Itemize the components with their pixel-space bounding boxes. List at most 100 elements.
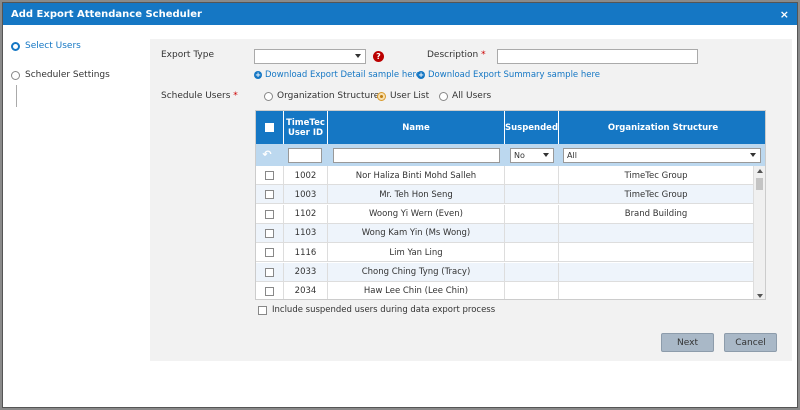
table-row[interactable]: 1103 Wong Kam Yin (Ms Wong) (256, 223, 754, 243)
grid-filter-row: ↶ No All (256, 144, 765, 166)
undo-icon[interactable]: ↶ (260, 148, 274, 162)
radio-label: User List (390, 91, 430, 101)
download-summary-text: Download Export Summary sample here (428, 70, 601, 80)
help-icon[interactable]: ? (373, 51, 384, 62)
cell-org (559, 262, 754, 282)
filter-suspended-value: No (514, 151, 525, 160)
grid-header: TimeTec User ID Name Suspended Organizat… (256, 111, 765, 144)
filter-org-select[interactable]: All (563, 148, 761, 163)
description-label: Description * (427, 50, 486, 60)
cell-name: Lim Yan Ling (328, 243, 505, 263)
step-connector (16, 85, 17, 107)
download-detail-text: Download Export Detail sample here (265, 70, 421, 80)
radio-organization-structure[interactable]: Organization Structure (264, 91, 379, 101)
export-type-select[interactable] (254, 49, 366, 64)
cell-id: 1103 (284, 223, 328, 243)
step-scheduler-settings[interactable]: Scheduler Settings (11, 68, 141, 82)
row-select-cell (256, 223, 284, 243)
cell-org: TimeTec Group (559, 185, 754, 205)
grid-body: 1002 Nor Haliza Binti Mohd Salleh TimeTec … (256, 166, 765, 299)
row-select-cell (256, 262, 284, 282)
cell-suspended (505, 223, 559, 243)
plus-circle-icon: + (417, 71, 425, 79)
schedule-users-label-text: Schedule Users (161, 91, 231, 101)
cell-name: Mr. Teh Hon Seng (328, 185, 505, 205)
cell-id: 1002 (284, 166, 328, 185)
scroll-up-icon[interactable] (757, 169, 763, 173)
cancel-button[interactable]: Cancel (724, 333, 777, 352)
header-select-all[interactable] (256, 111, 284, 144)
step-select-users[interactable]: Select Users (11, 39, 141, 53)
cell-suspended (505, 204, 559, 224)
export-scheduler-dialog: Add Export Attendance Scheduler × Select… (2, 2, 798, 408)
table-row[interactable]: 2034 Haw Lee Chin (Lee Chin) (256, 281, 754, 299)
row-checkbox[interactable] (265, 267, 274, 277)
checkbox-icon[interactable] (258, 305, 267, 315)
row-checkbox[interactable] (265, 286, 274, 296)
dialog-titlebar: Add Export Attendance Scheduler × (3, 3, 797, 25)
filter-suspended-select[interactable]: No (510, 148, 554, 163)
table-row[interactable]: 1003 Mr. Teh Hon Seng TimeTec Group (256, 185, 754, 205)
required-mark: * (481, 50, 486, 60)
cell-name: Haw Lee Chin (Lee Chin) (328, 281, 505, 299)
radio-label: All Users (452, 91, 492, 101)
cell-org: TimeTec Group (559, 166, 754, 185)
cell-org: Brand Building (559, 204, 754, 224)
row-select-cell (256, 281, 284, 299)
download-detail-link[interactable]: + Download Export Detail sample here (254, 70, 421, 80)
download-summary-link[interactable]: + Download Export Summary sample here (417, 70, 600, 80)
grid-scrollbar[interactable] (753, 166, 765, 299)
table-row[interactable]: 2033 Chong Ching Tyng (Tracy) (256, 262, 754, 282)
description-input[interactable] (497, 49, 698, 64)
header-suspended[interactable]: Suspended (505, 111, 559, 144)
include-suspended-label: Include suspended users during data expo… (272, 305, 496, 315)
header-name[interactable]: Name (328, 111, 505, 144)
cell-suspended (505, 185, 559, 205)
cell-id: 1102 (284, 204, 328, 224)
table-row[interactable]: 1116 Lim Yan Ling (256, 243, 754, 263)
scroll-down-icon[interactable] (757, 294, 763, 298)
table-row[interactable]: 1002 Nor Haliza Binti Mohd Salleh TimeTec … (256, 166, 754, 185)
description-label-text: Description (427, 50, 479, 60)
radio-user-list[interactable]: User List (377, 91, 429, 101)
header-userid[interactable]: TimeTec User ID (284, 111, 328, 144)
include-suspended-option[interactable]: Include suspended users during data expo… (258, 305, 495, 315)
row-checkbox[interactable] (265, 190, 274, 200)
radio-icon (439, 91, 448, 101)
chevron-down-icon (750, 153, 756, 157)
user-grid: TimeTec User ID Name Suspended Organizat… (255, 110, 766, 300)
cell-org (559, 223, 754, 243)
row-select-cell (256, 185, 284, 205)
cell-org (559, 243, 754, 263)
close-icon[interactable]: × (780, 8, 789, 21)
scroll-thumb[interactable] (756, 178, 763, 190)
cell-name: Wong Kam Yin (Ms Wong) (328, 223, 505, 243)
filter-name-input[interactable] (333, 148, 500, 163)
row-select-cell (256, 243, 284, 263)
cell-id: 1116 (284, 243, 328, 263)
cell-id: 2033 (284, 262, 328, 282)
next-button[interactable]: Next (661, 333, 714, 352)
cell-org (559, 281, 754, 299)
row-select-cell (256, 166, 284, 185)
row-checkbox[interactable] (265, 209, 274, 219)
row-checkbox[interactable] (265, 248, 274, 258)
form-panel: Export Type ? Description * + Download E… (150, 39, 792, 361)
cell-id: 2034 (284, 281, 328, 299)
step-circle-icon (11, 41, 20, 51)
radio-all-users[interactable]: All Users (439, 91, 491, 101)
header-org[interactable]: Organization Structure (559, 111, 765, 144)
cell-suspended (505, 243, 559, 263)
chevron-down-icon (543, 153, 549, 157)
radio-icon (264, 91, 273, 101)
filter-org-value: All (567, 151, 577, 160)
required-mark: * (233, 91, 238, 101)
row-checkbox[interactable] (265, 228, 274, 238)
cell-suspended (505, 281, 559, 299)
cell-suspended (505, 262, 559, 282)
cell-suspended (505, 166, 559, 185)
row-checkbox[interactable] (265, 171, 274, 180)
table-row[interactable]: 1102 Woong Yi Wern (Even) Brand Building (256, 204, 754, 224)
filter-userid-input[interactable] (288, 148, 322, 163)
cell-id: 1003 (284, 185, 328, 205)
